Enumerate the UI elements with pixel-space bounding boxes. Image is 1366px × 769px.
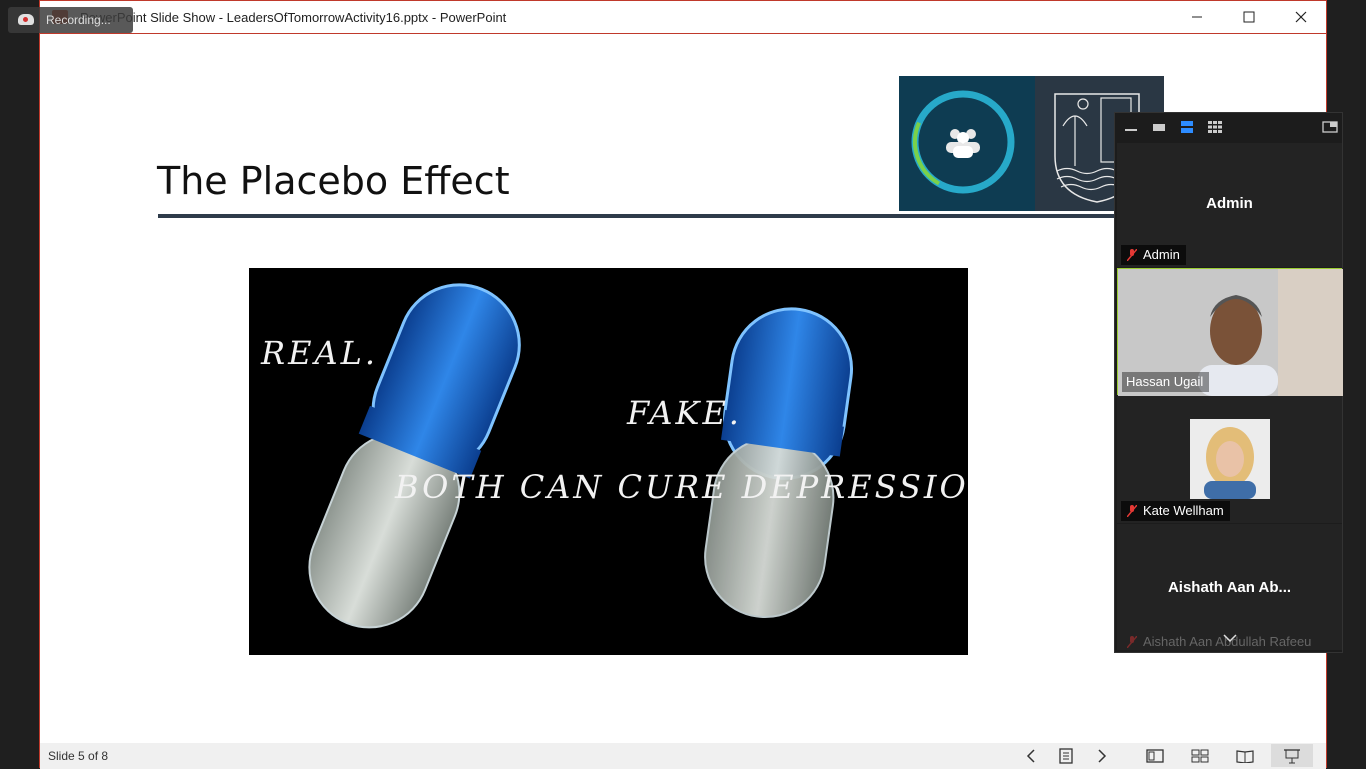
- video-participants-panel: Admin Admin Hassan Ugail Kate Wellham Ai…: [1114, 112, 1343, 653]
- muted-mic-icon: [1127, 505, 1137, 517]
- recording-label: Recording...: [46, 13, 111, 27]
- minimize-icon: [1192, 16, 1202, 18]
- participant-name: Aishath Aan Ab...: [1167, 579, 1292, 596]
- participant-label-text: Admin: [1143, 247, 1180, 262]
- close-button[interactable]: [1278, 5, 1324, 29]
- recording-indicator[interactable]: Recording...: [8, 7, 133, 33]
- title-divider: [158, 214, 1168, 218]
- participant-label: Hassan Ugail: [1122, 372, 1210, 392]
- slideshow-status-bar: Slide 5 of 8: [40, 743, 1326, 769]
- placebo-pills-image: REAL. FAKE. BOTH CAN CURE DEPRESSION.: [249, 268, 968, 655]
- next-icon: [1098, 749, 1107, 763]
- previous-icon: [1026, 749, 1035, 763]
- participant-label: Aishath Aan Abdullah Rafeeu: [1121, 632, 1317, 652]
- muted-mic-icon: [1127, 636, 1137, 648]
- video-panel-toolbar: [1115, 113, 1342, 143]
- slide-counter: Slide 5 of 8: [48, 749, 109, 763]
- tagline-text: BOTH CAN CURE DEPRESSION.: [395, 468, 968, 506]
- fake-text: FAKE.: [627, 394, 742, 432]
- maximize-button[interactable]: [1226, 5, 1272, 29]
- slide-list-icon: [1059, 748, 1073, 764]
- slideshow-icon: [1284, 748, 1300, 763]
- participant-label: Admin: [1121, 245, 1186, 265]
- normal-view-icon: [1146, 749, 1164, 763]
- participant-name: Admin: [1206, 195, 1253, 212]
- slideshow-view-button[interactable]: [1271, 744, 1313, 767]
- gallery-strip-icon[interactable]: [1179, 120, 1195, 134]
- participant-tile-admin[interactable]: Admin Admin: [1117, 143, 1342, 267]
- participant-label-text: Hassan Ugail: [1126, 374, 1204, 389]
- gallery-grid-icon[interactable]: [1207, 120, 1223, 134]
- window-title: PowerPoint Slide Show - LeadersOfTomorro…: [80, 10, 507, 25]
- slide-sorter-icon: [1191, 749, 1209, 763]
- slide-title: The Placebo Effect: [157, 159, 510, 203]
- exit-floating-view-icon[interactable]: [1322, 120, 1338, 134]
- muted-mic-icon: [1127, 249, 1137, 261]
- participant-label: Kate Wellham: [1121, 501, 1230, 521]
- capsule-illustration: [308, 283, 854, 629]
- previous-slide-button[interactable]: [1020, 746, 1042, 766]
- minimize-button[interactable]: [1174, 5, 1220, 29]
- slide-sorter-button[interactable]: [1189, 746, 1211, 766]
- participant-tile-hassan-ugail[interactable]: Hassan Ugail: [1117, 268, 1343, 396]
- speaker-view-icon[interactable]: [1151, 120, 1167, 134]
- participant-tile-kate-wellham[interactable]: Kate Wellham: [1117, 396, 1342, 523]
- community-logo: [899, 76, 1035, 211]
- participant-avatar: [1190, 419, 1270, 499]
- reading-view-button[interactable]: [1234, 746, 1256, 766]
- close-icon: [1295, 11, 1307, 23]
- cloud-record-icon: [18, 14, 34, 25]
- real-text: REAL.: [261, 334, 378, 372]
- next-slide-button[interactable]: [1091, 746, 1113, 766]
- participant-tile-aishath[interactable]: Aishath Aan Ab... Aishath Aan Abdullah R…: [1117, 524, 1342, 650]
- chevron-down-icon[interactable]: [1223, 634, 1237, 642]
- normal-view-button[interactable]: [1144, 746, 1166, 766]
- participant-label-text: Kate Wellham: [1143, 503, 1224, 518]
- maximize-icon: [1243, 11, 1255, 23]
- people-group-icon: [911, 90, 1015, 194]
- minimize-video-icon[interactable]: [1123, 120, 1139, 134]
- reading-view-icon: [1236, 750, 1254, 763]
- slide-list-button[interactable]: [1055, 746, 1077, 766]
- title-bar: PowerPoint Slide Show - LeadersOfTomorro…: [40, 1, 1326, 34]
